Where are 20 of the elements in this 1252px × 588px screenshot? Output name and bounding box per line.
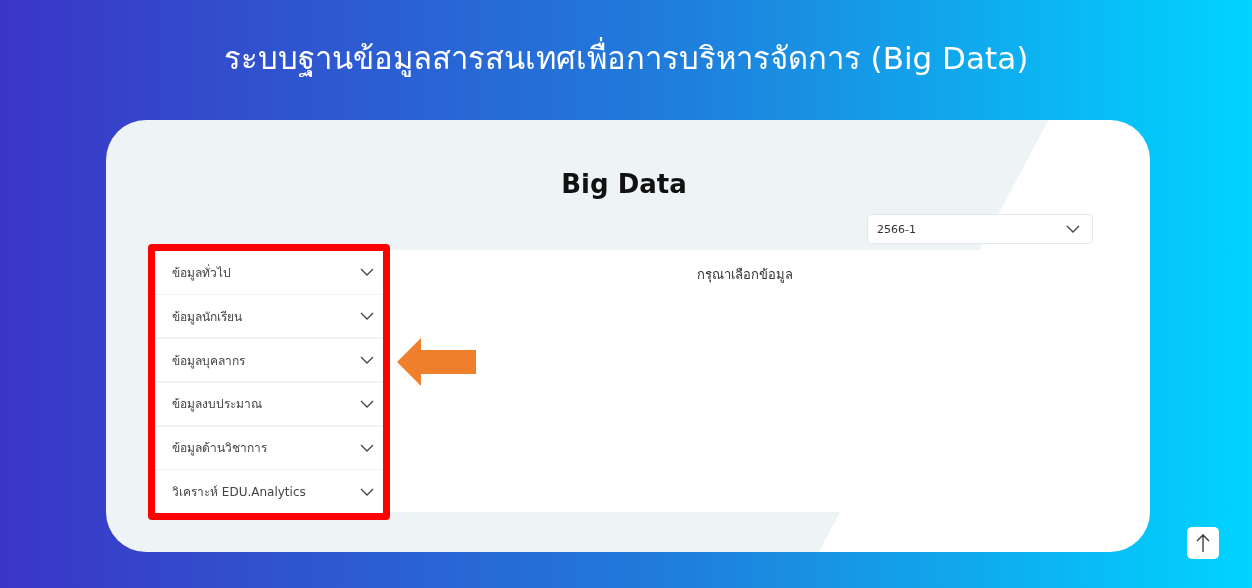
- arrow-up-icon: [1196, 533, 1210, 553]
- chevron-down-icon: [360, 356, 374, 365]
- empty-message: กรุณาเลือกข้อมูล: [697, 266, 793, 282]
- chevron-down-icon: [360, 312, 374, 321]
- chevron-down-icon: [360, 399, 374, 408]
- semester-select[interactable]: 2566-1: [867, 214, 1093, 244]
- left-arrow-icon: [397, 338, 477, 386]
- chevron-down-icon: [1066, 225, 1080, 233]
- card-heading: Big Data: [560, 168, 688, 201]
- accordion-item[interactable]: ข้อมูลด้านวิชาการ: [155, 426, 383, 470]
- accordion-item[interactable]: ข้อมูลนักเรียน: [155, 294, 383, 338]
- chevron-down-icon: [360, 443, 374, 452]
- accordion-item[interactable]: ข้อมูลงบประมาณ: [155, 382, 383, 426]
- scroll-top-button[interactable]: [1187, 527, 1219, 559]
- accordion-item[interactable]: วิเคราะห์ EDU.Analytics: [155, 470, 383, 514]
- chevron-down-icon: [360, 268, 374, 277]
- accordion-item[interactable]: ข้อมูลบุคลากร: [155, 338, 383, 382]
- page-title: ระบบฐานข้อมูลสารสนเทศเพื่อการบริหารจัดการ (Big Data): [0, 36, 1252, 80]
- accordion-item[interactable]: ข้อมูลทั่วไป: [155, 251, 383, 294]
- chevron-down-icon: [360, 487, 374, 496]
